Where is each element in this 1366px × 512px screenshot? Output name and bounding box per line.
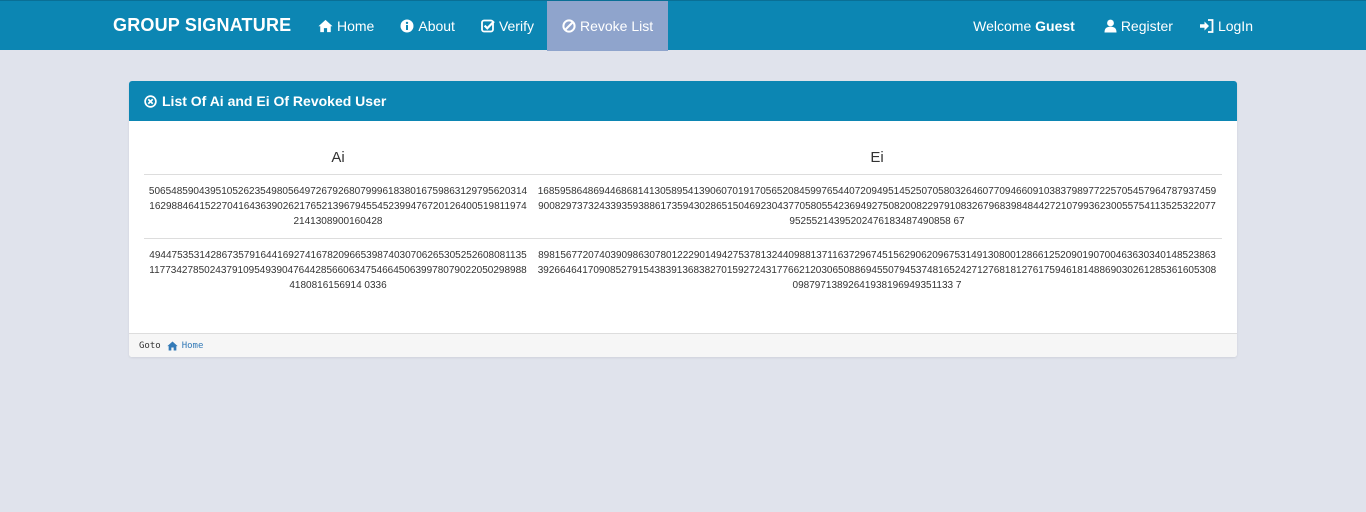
nav-verify-label: Verify [498, 18, 534, 34]
panel-header: List Of Ai and Ei Of Revoked User [129, 81, 1237, 121]
nav-register-label: Register [1120, 18, 1173, 34]
ai-value: 5065485904395105262354980564972679268079… [144, 174, 532, 239]
panel-footer: Goto Home [129, 333, 1237, 357]
column-header-ai: Ai [144, 141, 532, 175]
nav-about-label: About [418, 18, 455, 34]
table-row: 4944753531428673579164416927416782096653… [144, 239, 1222, 303]
revoked-users-panel: List Of Ai and Ei Of Revoked User Ai Ei … [129, 81, 1237, 357]
welcome-text: Welcome Guest [960, 1, 1091, 51]
nav-login-label: LogIn [1217, 18, 1253, 34]
info-icon [400, 19, 414, 33]
ei-value: 1685958648694468681413058954139060701917… [532, 174, 1222, 239]
table-header-row: Ai Ei [144, 141, 1222, 175]
close-circle-icon [144, 94, 157, 108]
footer-goto-label: Goto [139, 340, 161, 351]
user-nav: Welcome Guest Register LogIn [960, 1, 1266, 51]
nav-home[interactable]: Home [305, 1, 387, 51]
nav-about[interactable]: About [387, 1, 468, 51]
nav-home-label: Home [337, 18, 375, 34]
main-nav: Home About Verify Revoke List [305, 1, 669, 51]
nav-login[interactable]: LogIn [1186, 1, 1266, 51]
welcome-prefix: Welcome [973, 18, 1032, 34]
nav-register[interactable]: Register [1091, 1, 1186, 51]
login-icon [1199, 19, 1214, 33]
home-icon [167, 341, 178, 351]
footer-home-link[interactable]: Home [182, 341, 204, 351]
nav-revoke-list[interactable]: Revoke List [546, 1, 669, 51]
nav-verify[interactable]: Verify [468, 1, 547, 51]
table-row: 5065485904395105262354980564972679268079… [144, 174, 1222, 239]
ai-value: 4944753531428673579164416927416782096653… [149, 250, 527, 291]
home-icon [318, 19, 333, 33]
top-navbar: GROUP SIGNATURE Home About Verify Revoke… [0, 0, 1366, 51]
brand-title[interactable]: GROUP SIGNATURE [113, 1, 291, 51]
column-header-ei: Ei [532, 141, 1222, 175]
revoked-table: Ai Ei 5065485904395105262354980564972679… [144, 141, 1222, 302]
welcome-user: Guest [1035, 18, 1075, 34]
panel-title: List Of Ai and Ei Of Revoked User [162, 93, 387, 109]
ban-icon [562, 19, 576, 33]
user-icon [1104, 19, 1117, 33]
ei-value: 8981567720740390986307801222901494275378… [537, 250, 1217, 291]
check-square-icon [481, 19, 495, 33]
nav-revoke-list-label: Revoke List [579, 18, 654, 34]
